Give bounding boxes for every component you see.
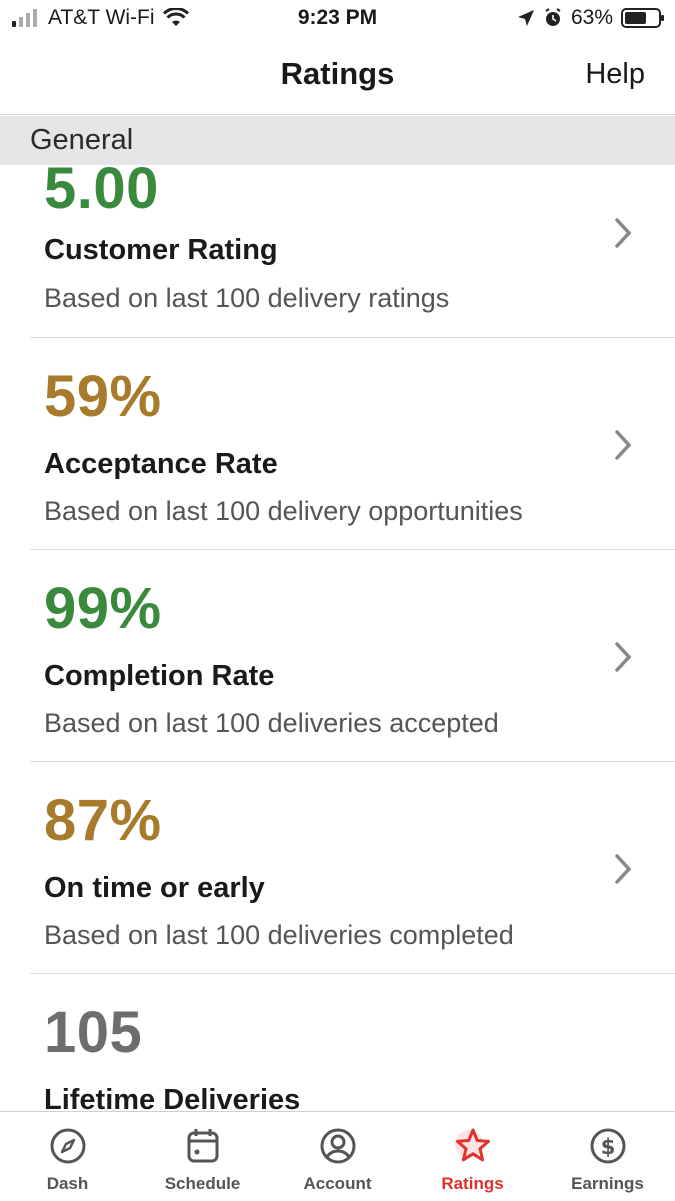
status-bar: AT&T Wi-Fi 9:23 PM 63% bbox=[0, 0, 675, 40]
chevron-right-icon bbox=[615, 854, 632, 884]
metric-label: Lifetime Deliveries bbox=[44, 1084, 301, 1111]
page-title: Ratings bbox=[280, 56, 395, 91]
battery-percent: 63% bbox=[570, 6, 613, 29]
compass-icon bbox=[50, 1128, 86, 1164]
section-title: General bbox=[30, 124, 134, 156]
tab-earnings[interactable]: $ Earnings bbox=[540, 1112, 675, 1201]
dollar-icon: $ bbox=[590, 1128, 626, 1164]
star-icon bbox=[455, 1128, 490, 1162]
metric-value: 105 bbox=[44, 1000, 143, 1065]
alarm-icon bbox=[545, 8, 561, 26]
tab-label: Account bbox=[303, 1174, 372, 1193]
chevron-right-icon bbox=[615, 642, 632, 672]
account-icon bbox=[320, 1128, 356, 1164]
metric-value: 59% bbox=[44, 364, 162, 429]
svg-text:$: $ bbox=[601, 1135, 616, 1159]
metric-value: 5.00 bbox=[44, 165, 159, 221]
navigation-bar: Ratings Help bbox=[0, 40, 675, 115]
status-right: 63% bbox=[517, 6, 665, 30]
tab-label: Earnings bbox=[571, 1174, 644, 1193]
battery-icon bbox=[621, 8, 664, 28]
metric-row-on-time[interactable]: 87% On time or early Based on last 100 d… bbox=[0, 762, 675, 974]
metric-value: 87% bbox=[44, 788, 162, 853]
calendar-icon bbox=[187, 1129, 219, 1163]
metric-row-completion-rate[interactable]: 99% Completion Rate Based on last 100 de… bbox=[0, 550, 675, 762]
metric-subtitle: Based on last 100 deliveries accepted bbox=[44, 708, 499, 738]
metric-label: Customer Rating bbox=[44, 234, 278, 266]
tab-label: Schedule bbox=[164, 1174, 241, 1193]
metric-value: 99% bbox=[44, 576, 162, 641]
metric-row-lifetime-deliveries: 105 Lifetime Deliveries bbox=[0, 974, 675, 1112]
tab-label: Dash bbox=[46, 1174, 89, 1193]
tab-bar: Dash Schedule Account Ratings $ Earnings bbox=[0, 1111, 675, 1201]
help-button[interactable]: Help bbox=[585, 58, 645, 91]
metric-subtitle: Based on last 100 delivery ratings bbox=[44, 283, 450, 313]
metric-row-acceptance-rate[interactable]: 59% Acceptance Rate Based on last 100 de… bbox=[0, 338, 675, 550]
metric-label: Completion Rate bbox=[44, 660, 275, 692]
chevron-right-icon bbox=[615, 218, 632, 248]
location-arrow-icon bbox=[517, 10, 534, 26]
section-header: General bbox=[0, 116, 675, 165]
tab-dash[interactable]: Dash bbox=[0, 1112, 135, 1201]
metric-label: On time or early bbox=[44, 872, 265, 904]
tab-account[interactable]: Account bbox=[270, 1112, 405, 1201]
tab-label: Ratings bbox=[441, 1174, 504, 1193]
metric-label: Acceptance Rate bbox=[44, 448, 278, 480]
ratings-list: 5.00 Customer Rating Based on last 100 d… bbox=[0, 165, 675, 1111]
tab-schedule[interactable]: Schedule bbox=[135, 1112, 270, 1201]
metric-subtitle: Based on last 100 deliveries completed bbox=[44, 920, 514, 950]
chevron-right-icon bbox=[615, 430, 632, 460]
metric-row-customer-rating[interactable]: 5.00 Customer Rating Based on last 100 d… bbox=[0, 165, 675, 338]
metric-subtitle: Based on last 100 delivery opportunities bbox=[44, 496, 523, 526]
tab-ratings[interactable]: Ratings bbox=[405, 1112, 540, 1201]
